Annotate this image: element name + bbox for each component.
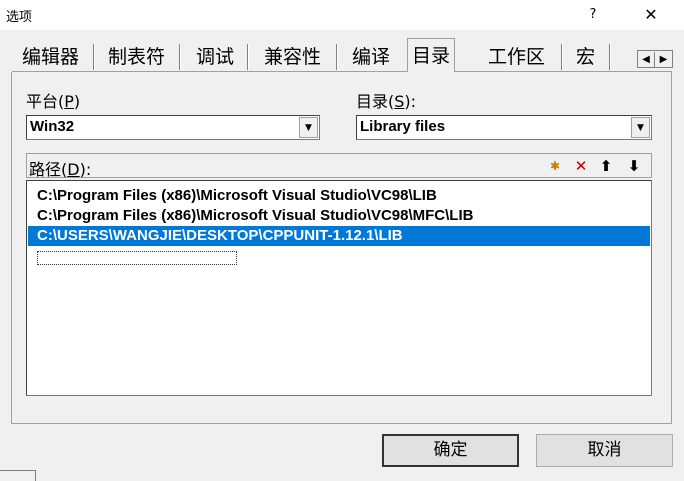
cancel-button[interactable]: 取消 xyxy=(536,434,673,467)
tab-separator xyxy=(179,44,181,70)
help-button[interactable]: ? xyxy=(575,0,611,30)
path-list[interactable]: C:\Program Files (x86)\Microsoft Visual … xyxy=(26,180,652,396)
tab-scroll-left-icon[interactable]: ◀ xyxy=(638,52,655,68)
tab-macros[interactable]: 宏 xyxy=(576,42,595,72)
tab-separator xyxy=(561,44,563,70)
window-title: 选项 xyxy=(6,10,33,25)
title-bar: 选项 ? ✕ xyxy=(0,0,684,30)
tab-separator xyxy=(93,44,95,70)
ok-button[interactable]: 确定 xyxy=(382,434,519,467)
chevron-down-icon[interactable]: ▼ xyxy=(631,117,650,138)
path-mnemonic: D xyxy=(67,160,80,179)
tab-editor[interactable]: 编辑器 xyxy=(22,42,79,72)
resize-corner xyxy=(0,470,36,481)
tab-strip: 编辑器 制表符 调试 兼容性 编译 目录 工作区 宏 xyxy=(12,38,672,72)
path-label-text: 路径 xyxy=(29,160,62,179)
delete-icon[interactable]: ✕ xyxy=(572,157,590,175)
close-button[interactable]: ✕ xyxy=(628,0,674,30)
directory-label: 目录(S): xyxy=(356,92,417,111)
directory-combo[interactable]: Library files ▼ xyxy=(356,115,652,140)
tab-build[interactable]: 编译 xyxy=(352,42,390,72)
arrow-down-icon[interactable]: ⬇ xyxy=(625,157,643,175)
directory-mnemonic: S xyxy=(394,92,405,111)
new-entry-placeholder[interactable] xyxy=(37,251,237,265)
tab-separator xyxy=(247,44,249,70)
tab-scroll-buttons: ◀ ▶ xyxy=(637,50,673,68)
chevron-down-icon[interactable]: ▼ xyxy=(299,117,318,138)
tab-debug[interactable]: 调试 xyxy=(196,42,234,72)
platform-value: Win32 xyxy=(30,118,75,135)
tab-workspace[interactable]: 工作区 xyxy=(488,42,545,72)
tab-separator xyxy=(336,44,338,70)
platform-label-text: 平台 xyxy=(26,92,59,111)
tab-tabs[interactable]: 制表符 xyxy=(108,42,165,72)
tab-directories[interactable]: 目录 xyxy=(407,38,456,72)
platform-combo[interactable]: Win32 ▼ xyxy=(26,115,320,140)
tab-separator xyxy=(609,44,611,70)
new-folder-icon[interactable]: ✱ xyxy=(546,157,564,175)
directory-value: Library files xyxy=(360,118,446,135)
arrow-up-icon[interactable]: ⬆ xyxy=(597,157,615,175)
list-item[interactable]: C:\Program Files (x86)\Microsoft Visual … xyxy=(37,206,473,226)
list-item[interactable]: C:\Program Files (x86)\Microsoft Visual … xyxy=(37,186,437,206)
path-header: 路径(D): ✱ ✕ ⬆ ⬇ xyxy=(26,153,652,179)
platform-mnemonic: P xyxy=(64,92,74,111)
directory-label-text: 目录 xyxy=(356,92,389,111)
platform-label: 平台(P) xyxy=(26,92,81,111)
path-label: 路径(D): xyxy=(29,160,92,179)
tab-scroll-right-icon[interactable]: ▶ xyxy=(655,52,672,68)
tab-compatibility[interactable]: 兼容性 xyxy=(264,42,321,72)
list-item-selected[interactable]: C:\USERS\WANGJIE\DESKTOP\CPPUNIT-1.12.1\… xyxy=(28,226,650,246)
